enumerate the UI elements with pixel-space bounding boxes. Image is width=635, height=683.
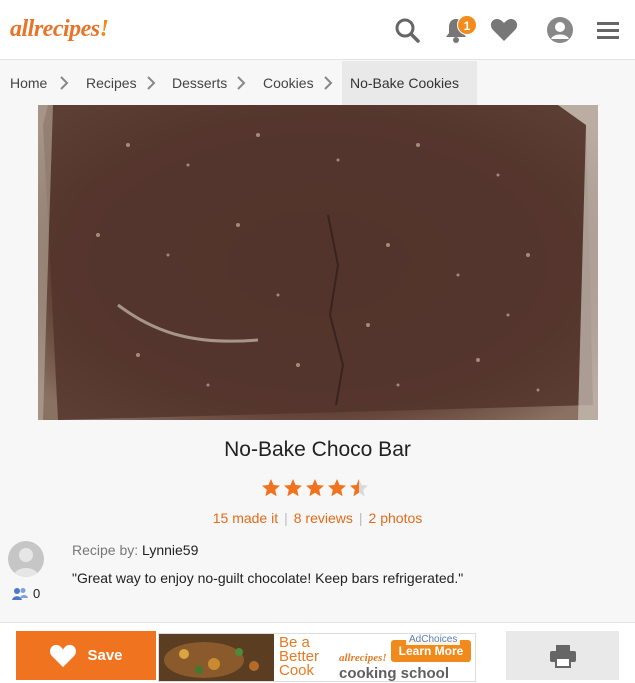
ad-brand: allrecipes! [339,652,387,664]
heart-icon [50,644,77,667]
user-silhouette-icon [13,548,39,577]
made-it-link[interactable]: 15 made it [213,510,278,526]
recipe-description: "Great way to enjoy no-guilt chocolate! … [72,570,464,586]
ad-headline: Be a Better Cook [279,635,319,679]
save-label: Save [87,647,123,664]
separator: | [358,510,363,526]
star-rating[interactable] [261,478,371,498]
search-icon[interactable] [392,15,422,45]
user-profile-icon[interactable] [545,15,575,45]
chevron-right-icon [324,76,333,90]
allrecipes-logo[interactable]: allrecipes! [10,16,109,43]
star-icon [284,479,302,497]
breadcrumb-home[interactable]: Home [10,61,47,105]
logo-text: allrecipes [10,16,100,42]
recipe-title: No-Bake Choco Bar [224,438,411,461]
breadcrumb: Home Recipes Desserts Cookies No-Bake Co… [0,61,635,105]
hamburger-menu-icon[interactable] [593,15,623,45]
followers-count: 0 [33,586,41,601]
bottom-action-bar: Save Be a Better Cook allrecipes! cookin… [0,622,635,683]
star-icon [328,479,346,497]
author-followers[interactable]: 0 [12,586,40,601]
photos-link[interactable]: 2 photos [369,510,423,526]
ad-choices-link[interactable]: AdChoices [406,634,461,645]
ad-food-illustration [159,634,274,681]
chevron-right-icon [237,76,246,90]
heart-icon[interactable] [489,15,519,45]
separator: | [284,510,288,526]
star-icon [350,479,368,497]
chevron-right-icon [60,76,69,90]
ad-line3: Cook [279,662,315,679]
breadcrumb-no-bake-cookies[interactable]: No-Bake Cookies [342,61,477,105]
ad-banner[interactable]: Be a Better Cook allrecipes! cooking sch… [158,633,476,682]
ad-school-text: cooking school [339,665,450,682]
printer-icon [549,644,576,668]
star-icon [306,479,324,497]
recipe-by-label: Recipe by: [72,542,139,558]
print-button[interactable] [506,631,619,680]
notification-badge: 1 [457,15,477,35]
author-avatar[interactable] [8,541,44,577]
save-button[interactable]: Save [16,631,156,680]
author-name-link[interactable]: Lynnie59 [142,542,198,558]
breadcrumb-cookies[interactable]: Cookies [263,61,314,105]
top-header: allrecipes! 1 [0,0,635,60]
recipe-meta: 15 made it | 8 reviews | 2 photos [0,510,635,526]
recipe-photo[interactable] [38,105,598,420]
logo-bang: ! [99,16,109,42]
recipe-byline: Recipe by: Lynnie59 [72,542,198,558]
followers-icon [12,587,28,600]
star-icon [262,479,280,497]
breadcrumb-desserts[interactable]: Desserts [172,61,227,105]
breadcrumb-recipes[interactable]: Recipes [86,61,137,105]
recipe-photo-illustration [38,105,598,420]
ad-food-image [159,634,274,681]
reviews-link[interactable]: 8 reviews [294,510,353,526]
chevron-right-icon [147,76,156,90]
